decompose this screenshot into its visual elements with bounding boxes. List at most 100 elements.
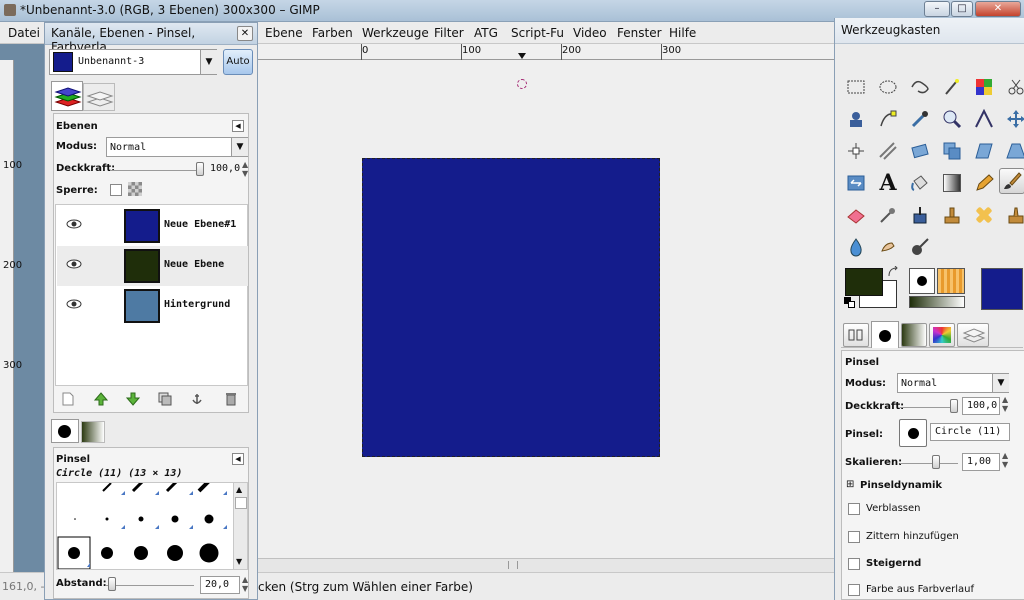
layer-row-hintergrund[interactable]: Hintergrund [57, 286, 248, 326]
perspective-tool-icon[interactable] [1003, 138, 1024, 164]
active-gradient-preview[interactable] [909, 296, 965, 308]
chevron-down-icon[interactable]: ▼ [200, 50, 217, 74]
default-colors-icon[interactable] [844, 297, 856, 308]
tool-mode-select[interactable]: Normal ▼ [897, 373, 1009, 393]
scale-tool-icon[interactable] [939, 138, 965, 164]
opacity-value[interactable]: 100,0 [210, 163, 240, 174]
opacity-slider-handle[interactable] [196, 162, 204, 176]
tab-document-history[interactable] [957, 323, 989, 347]
tool-opacity-track[interactable] [900, 407, 956, 408]
layer-row-neue-ebene[interactable]: Neue Ebene [57, 246, 248, 286]
align-tool-icon[interactable] [843, 138, 869, 164]
active-brush-preview[interactable] [909, 268, 935, 294]
lower-layer-icon[interactable] [126, 392, 140, 406]
smudge-tool-icon[interactable] [875, 234, 901, 260]
active-pattern-preview[interactable] [937, 268, 965, 294]
heal-tool-icon[interactable] [971, 202, 997, 228]
swap-colors-icon[interactable] [887, 266, 899, 278]
delete-layer-icon[interactable] [224, 391, 238, 406]
select-by-color-tool-icon[interactable] [971, 74, 997, 100]
eye-icon[interactable] [66, 259, 82, 269]
paintbrush-tool-icon[interactable] [999, 168, 1024, 194]
text-tool-icon[interactable]: A [875, 170, 901, 196]
menu-ebene[interactable]: Ebene [265, 26, 303, 40]
flip-tool-icon[interactable] [843, 170, 869, 196]
tool-scale-track[interactable] [900, 463, 958, 464]
perspective-clone-tool-icon[interactable] [1003, 202, 1024, 228]
spacing-slider-handle[interactable] [108, 577, 116, 591]
auto-button[interactable]: Auto [223, 49, 253, 75]
zoom-tool-icon[interactable] [939, 106, 965, 132]
dynamics-label[interactable]: Pinseldynamik [860, 480, 942, 491]
mode-select[interactable]: Normal ▼ [106, 137, 248, 157]
menu-script-fu[interactable]: Script-Fu [511, 26, 564, 40]
menu-werkzeuge[interactable]: Werkzeuge [362, 26, 429, 40]
spacing-slider-track[interactable] [106, 585, 194, 586]
tool-opacity-value[interactable]: 100,0 [962, 397, 1000, 415]
lock-pixels-checkbox[interactable] [110, 184, 122, 196]
menu-hilfe[interactable]: Hilfe [669, 26, 696, 40]
raise-layer-icon[interactable] [94, 392, 108, 406]
active-image-preview[interactable] [981, 268, 1023, 310]
clone-tool-icon[interactable] [939, 202, 965, 228]
rect-select-tool-icon[interactable] [843, 74, 869, 100]
image-canvas[interactable] [362, 158, 660, 457]
chevron-down-icon[interactable]: ▼ [992, 374, 1009, 392]
pencil-tool-icon[interactable] [971, 170, 997, 196]
close-button[interactable]: ✕ [975, 1, 1021, 17]
spin-arrows-icon[interactable]: ▲ ▼ [1002, 451, 1008, 469]
move-tool-icon[interactable] [1003, 106, 1024, 132]
ellipse-select-tool-icon[interactable] [875, 74, 901, 100]
tab-brushes[interactable] [51, 419, 79, 443]
spin-arrows-icon[interactable]: ▲ ▼ [1002, 395, 1008, 413]
eye-icon[interactable] [66, 219, 82, 229]
spacing-value[interactable]: 20,0 [200, 576, 240, 594]
layer-row-neue-ebene-1[interactable]: Neue Ebene#1 [57, 206, 248, 246]
new-layer-icon[interactable] [62, 392, 74, 406]
lock-alpha-icon[interactable] [128, 182, 142, 196]
eraser-tool-icon[interactable] [843, 202, 869, 228]
tool-opacity-handle[interactable] [950, 399, 958, 413]
scroll-thumb[interactable] [235, 497, 247, 509]
scrollbar-grip-icon[interactable] [508, 561, 518, 569]
menu-video[interactable]: Video [573, 26, 607, 40]
tool-scale-handle[interactable] [932, 455, 940, 469]
scissors-tool-icon[interactable] [1003, 74, 1024, 100]
fuzzy-select-tool-icon[interactable] [939, 74, 965, 100]
tab-layers[interactable] [51, 81, 83, 111]
tab-tool-options[interactable] [843, 323, 869, 347]
dock-close-button[interactable]: ✕ [237, 26, 253, 41]
menu-filter[interactable]: Filter [434, 26, 464, 40]
shear-tool-icon[interactable] [971, 138, 997, 164]
tab-channels[interactable] [83, 83, 115, 111]
tab-brush-options[interactable] [871, 321, 899, 348]
color-picker-tool-icon[interactable] [907, 106, 933, 132]
scroll-up-icon[interactable]: ▲ [236, 485, 242, 494]
image-selector[interactable]: Unbenannt-3 ▼ [49, 49, 217, 75]
spin-arrows-icon[interactable]: ▲ ▼ [242, 160, 248, 178]
measure-tool-icon[interactable] [971, 106, 997, 132]
airbrush-tool-icon[interactable] [875, 202, 901, 228]
panel-menu-icon[interactable]: ◀ [232, 453, 244, 465]
fade-checkbox[interactable] [848, 503, 860, 515]
minimize-button[interactable]: – [924, 1, 950, 17]
eye-icon[interactable] [66, 299, 82, 309]
chevron-down-icon[interactable]: ▼ [231, 138, 248, 156]
panel-menu-icon[interactable]: ◀ [232, 120, 244, 132]
color-from-gradient-checkbox[interactable] [848, 584, 860, 596]
foreground-color-overlay[interactable] [845, 268, 883, 296]
horizontal-scrollbar[interactable] [258, 558, 834, 572]
duplicate-layer-icon[interactable] [158, 392, 172, 406]
maximize-button[interactable]: □ [951, 1, 973, 17]
menu-atg[interactable]: ATG [474, 26, 498, 40]
foreground-select-tool-icon[interactable] [843, 106, 869, 132]
expander-plus-icon[interactable]: ⊞ [846, 479, 854, 490]
tool-brush-value[interactable]: Circle (11) [930, 423, 1010, 441]
rotate-tool-icon[interactable] [907, 138, 933, 164]
menu-fenster[interactable]: Fenster [617, 26, 662, 40]
dodge-burn-tool-icon[interactable] [907, 234, 933, 260]
bucket-fill-tool-icon[interactable] [907, 170, 933, 196]
brush-grid-scrollbar[interactable]: ▲ ▼ [233, 483, 247, 569]
menu-farben[interactable]: Farben [312, 26, 353, 40]
jitter-checkbox[interactable] [848, 531, 860, 543]
